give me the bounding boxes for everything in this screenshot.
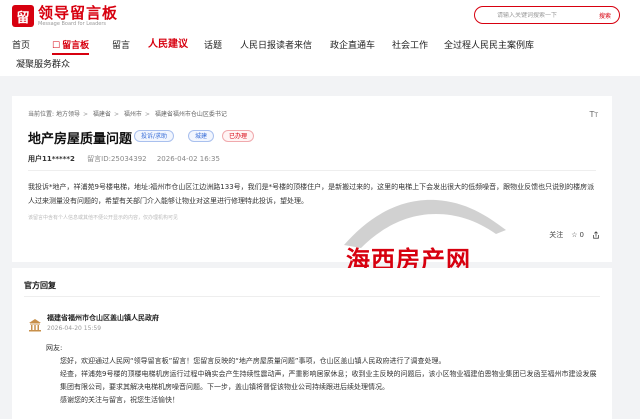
reply-body: 网友: 您好，欢迎通过人民网“领导留言板”留言！您留言反映的“地产房屋质量问题”…: [46, 342, 598, 407]
search-input[interactable]: [475, 11, 591, 19]
status-badge: 已办理: [222, 130, 255, 142]
logo-mark-icon: 留: [12, 5, 34, 27]
like-count: 0: [579, 231, 584, 239]
reply-date: 2026-04-20 15:59: [47, 325, 102, 332]
board-icon: ☐: [52, 41, 61, 51]
nav-item-messages[interactable]: 留言: [112, 40, 130, 52]
reply-paragraph: 经查，祥浦苑9号楼的顶楼电梯机房运行过程中确实会产生持续性震动声，严重影响居家休…: [60, 370, 597, 391]
main-nav: 首页 ☐ 留言板 留言 人民建议 话题 人民日报读者来信 政企直通车 社会工作 全…: [0, 34, 640, 76]
nav-item-message-board[interactable]: ☐ 留言板: [52, 40, 90, 55]
divider: [24, 296, 600, 297]
star-icon: ☆: [571, 231, 578, 239]
message-meta: 用户11*****2 留言ID:25034392 2026-04-02 16:3…: [28, 154, 220, 164]
like-button[interactable]: ☆ 0: [571, 231, 584, 239]
breadcrumb-item[interactable]: 福建省: [93, 111, 111, 118]
search-button[interactable]: 搜索: [591, 11, 619, 20]
nav-item-readers-letters[interactable]: 人民日报读者来信: [240, 40, 312, 52]
reply-heading: 官方回复: [24, 281, 56, 290]
nav-item-peoples-suggestion[interactable]: 人民建议: [148, 39, 188, 51]
top-bar: 留 领导留言板 Message Board for Leaders 搜索: [0, 0, 640, 34]
breadcrumb-item[interactable]: 福州市: [124, 111, 142, 118]
page-title: 地产房屋质量问题: [28, 132, 133, 147]
tag-complaint[interactable]: 投诉/求助: [134, 130, 175, 142]
message-card: 当前位置: 地方领导 > 福建省 > 福州市 > 福建省福州市仓山区委书记 TT 地产…: [12, 96, 612, 262]
share-icon[interactable]: [592, 231, 600, 239]
message-id: 留言ID:25034392: [87, 155, 147, 163]
tag-urban-construction[interactable]: 城建: [188, 130, 215, 142]
breadcrumb: 当前位置: 地方领导 > 福建省 > 福州市 > 福建省福州市仓山区委书记: [28, 111, 227, 118]
breadcrumb-item[interactable]: 地方领导: [56, 111, 80, 118]
reply-paragraph: 您好，欢迎通过人民网“领导留言板”留言！您留言反映的“地产房屋质量问题”事项，仓…: [60, 357, 446, 365]
message-content: 我投诉*地产，祥浦苑9号楼电梯，地址:福州市仓山区江边洲路133号，我们是*号楼…: [28, 183, 595, 205]
logo-subtitle: Message Board for Leaders: [38, 21, 107, 27]
official-reply-card: 官方回复 福建省福州市仓山区盖山镇人民政府 2026-04-20 15:59 网…: [12, 268, 612, 419]
breadcrumb-item[interactable]: 福建省福州市仓山区委书记: [155, 111, 227, 118]
privacy-notice: 该留言中含有个人信息或其他不便公开显示的内容，仅办理机构可见: [28, 215, 179, 221]
nav-item-home[interactable]: 首页: [12, 40, 30, 52]
government-building-icon: [29, 319, 41, 332]
reply-greeting: 网友:: [46, 344, 63, 352]
follow-button[interactable]: 关注: [549, 230, 563, 240]
user-name: 用户11*****2: [28, 155, 75, 163]
font-size-icon[interactable]: TT: [589, 110, 598, 119]
nav-item-serve-masses[interactable]: 凝聚服务群众: [16, 59, 70, 71]
nav-item-gov-enterprise[interactable]: 政企直通车: [330, 40, 375, 52]
nav-item-social-work[interactable]: 社会工作: [392, 40, 428, 52]
message-date: 2026-04-02 16:35: [156, 155, 220, 163]
search-box: 搜索: [474, 6, 620, 24]
reply-org-name: 福建省福州市仓山区盖山镇人民政府: [47, 314, 159, 322]
reply-paragraph: 感谢您的关注与留言，祝您生活愉快！: [60, 396, 179, 404]
nav-item-democracy-cases[interactable]: 全过程人民民主案例库: [444, 40, 534, 52]
message-actions: 关注 ☆ 0: [541, 230, 600, 240]
divider: [28, 170, 596, 171]
nav-item-topics[interactable]: 话题: [204, 40, 222, 52]
logo-title: 领导留言板: [38, 4, 119, 22]
site-logo[interactable]: 留 领导留言板 Message Board for Leaders: [12, 5, 118, 27]
